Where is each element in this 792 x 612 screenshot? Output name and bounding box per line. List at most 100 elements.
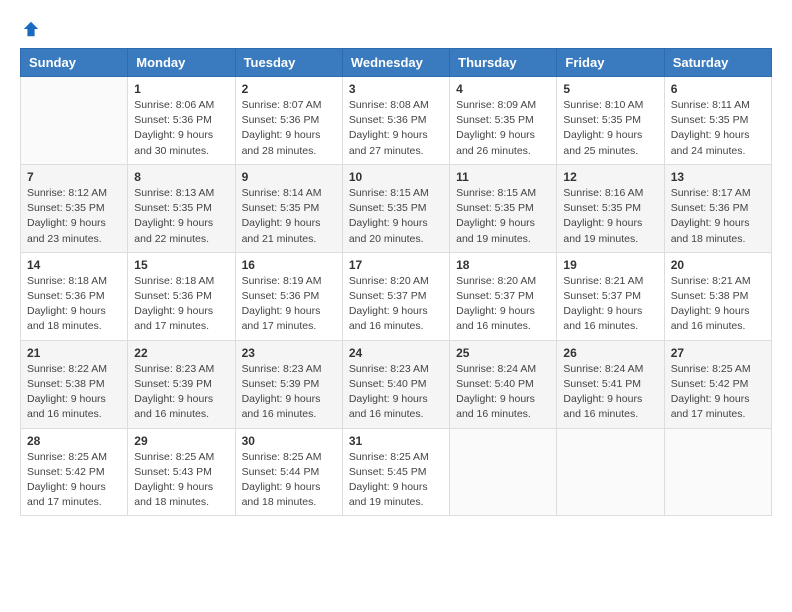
- day-info: Sunrise: 8:22 AM Sunset: 5:38 PM Dayligh…: [27, 362, 121, 423]
- calendar-cell: 7 Sunrise: 8:12 AM Sunset: 5:35 PM Daylig…: [21, 164, 128, 252]
- calendar-cell: 15Sunrise: 8:18 AM Sunset: 5:36 PM Dayli…: [128, 252, 235, 340]
- page-header: [20, 20, 772, 38]
- day-number: 6: [671, 82, 765, 96]
- day-number: 16: [242, 258, 336, 272]
- calendar-row-1: 1Sunrise: 8:06 AM Sunset: 5:36 PM Daylig…: [21, 77, 772, 165]
- day-info: Sunrise: 8:20 AM Sunset: 5:37 PM Dayligh…: [456, 274, 550, 335]
- calendar-cell: 5 Sunrise: 8:10 AM Sunset: 5:35 PM Daylig…: [557, 77, 664, 165]
- calendar-cell: 17 Sunrise: 8:20 AM Sunset: 5:37 PM Dayli…: [342, 252, 449, 340]
- calendar-cell: 18 Sunrise: 8:20 AM Sunset: 5:37 PM Dayli…: [450, 252, 557, 340]
- calendar-cell: 28 Sunrise: 8:25 AM Sunset: 5:42 PM Dayli…: [21, 428, 128, 516]
- calendar-cell: 4 Sunrise: 8:09 AM Sunset: 5:35 PM Daylig…: [450, 77, 557, 165]
- weekday-thursday: Thursday: [450, 49, 557, 77]
- day-info: Sunrise: 8:23 AM Sunset: 5:39 PM Dayligh…: [242, 362, 336, 423]
- calendar-cell: [664, 428, 771, 516]
- calendar-cell: 22Sunrise: 8:23 AM Sunset: 5:39 PM Dayli…: [128, 340, 235, 428]
- day-number: 14: [27, 258, 121, 272]
- day-number: 9: [242, 170, 336, 184]
- calendar-row-4: 21 Sunrise: 8:22 AM Sunset: 5:38 PM Dayli…: [21, 340, 772, 428]
- calendar-cell: 11 Sunrise: 8:15 AM Sunset: 5:35 PM Dayli…: [450, 164, 557, 252]
- logo: [20, 20, 40, 38]
- day-number: 8: [134, 170, 228, 184]
- day-info: Sunrise: 8:24 AM Sunset: 5:40 PM Dayligh…: [456, 362, 550, 423]
- calendar-cell: 2 Sunrise: 8:07 AM Sunset: 5:36 PM Daylig…: [235, 77, 342, 165]
- day-info: Sunrise: 8:23 AM Sunset: 5:39 PM Dayligh…: [134, 362, 228, 423]
- day-info: Sunrise: 8:13 AM Sunset: 5:35 PM Dayligh…: [134, 186, 228, 247]
- calendar-cell: 27 Sunrise: 8:25 AM Sunset: 5:42 PM Dayli…: [664, 340, 771, 428]
- calendar-cell: 8 Sunrise: 8:13 AM Sunset: 5:35 PM Daylig…: [128, 164, 235, 252]
- day-number: 13: [671, 170, 765, 184]
- day-info: Sunrise: 8:14 AM Sunset: 5:35 PM Dayligh…: [242, 186, 336, 247]
- day-number: 24: [349, 346, 443, 360]
- calendar-cell: 3 Sunrise: 8:08 AM Sunset: 5:36 PM Daylig…: [342, 77, 449, 165]
- calendar-cell: 30Sunrise: 8:25 AM Sunset: 5:44 PM Dayli…: [235, 428, 342, 516]
- day-number: 3: [349, 82, 443, 96]
- day-info: Sunrise: 8:25 AM Sunset: 5:44 PM Dayligh…: [242, 450, 336, 511]
- calendar-table: SundayMondayTuesdayWednesdayThursdayFrid…: [20, 48, 772, 516]
- day-info: Sunrise: 8:21 AM Sunset: 5:37 PM Dayligh…: [563, 274, 657, 335]
- calendar-cell: 24 Sunrise: 8:23 AM Sunset: 5:40 PM Dayli…: [342, 340, 449, 428]
- day-number: 27: [671, 346, 765, 360]
- calendar-cell: [450, 428, 557, 516]
- day-info: Sunrise: 8:25 AM Sunset: 5:43 PM Dayligh…: [134, 450, 228, 511]
- weekday-tuesday: Tuesday: [235, 49, 342, 77]
- day-info: Sunrise: 8:15 AM Sunset: 5:35 PM Dayligh…: [456, 186, 550, 247]
- day-info: Sunrise: 8:15 AM Sunset: 5:35 PM Dayligh…: [349, 186, 443, 247]
- calendar-cell: 14 Sunrise: 8:18 AM Sunset: 5:36 PM Dayli…: [21, 252, 128, 340]
- calendar-cell: [557, 428, 664, 516]
- day-info: Sunrise: 8:25 AM Sunset: 5:42 PM Dayligh…: [671, 362, 765, 423]
- day-number: 4: [456, 82, 550, 96]
- day-number: 2: [242, 82, 336, 96]
- day-number: 28: [27, 434, 121, 448]
- logo-icon: [22, 20, 40, 38]
- calendar-cell: 19 Sunrise: 8:21 AM Sunset: 5:37 PM Dayli…: [557, 252, 664, 340]
- day-number: 7: [27, 170, 121, 184]
- day-info: Sunrise: 8:09 AM Sunset: 5:35 PM Dayligh…: [456, 98, 550, 159]
- weekday-sunday: Sunday: [21, 49, 128, 77]
- calendar-row-5: 28 Sunrise: 8:25 AM Sunset: 5:42 PM Dayli…: [21, 428, 772, 516]
- day-info: Sunrise: 8:07 AM Sunset: 5:36 PM Dayligh…: [242, 98, 336, 159]
- day-number: 21: [27, 346, 121, 360]
- calendar-cell: [21, 77, 128, 165]
- day-number: 10: [349, 170, 443, 184]
- day-info: Sunrise: 8:10 AM Sunset: 5:35 PM Dayligh…: [563, 98, 657, 159]
- day-number: 1: [134, 82, 228, 96]
- day-info: Sunrise: 8:08 AM Sunset: 5:36 PM Dayligh…: [349, 98, 443, 159]
- calendar-cell: 23 Sunrise: 8:23 AM Sunset: 5:39 PM Dayli…: [235, 340, 342, 428]
- day-number: 5: [563, 82, 657, 96]
- day-info: Sunrise: 8:25 AM Sunset: 5:42 PM Dayligh…: [27, 450, 121, 511]
- day-info: Sunrise: 8:23 AM Sunset: 5:40 PM Dayligh…: [349, 362, 443, 423]
- day-info: Sunrise: 8:24 AM Sunset: 5:41 PM Dayligh…: [563, 362, 657, 423]
- day-number: 25: [456, 346, 550, 360]
- calendar-row-3: 14 Sunrise: 8:18 AM Sunset: 5:36 PM Dayli…: [21, 252, 772, 340]
- day-info: Sunrise: 8:25 AM Sunset: 5:45 PM Dayligh…: [349, 450, 443, 511]
- weekday-header-row: SundayMondayTuesdayWednesdayThursdayFrid…: [21, 49, 772, 77]
- day-number: 17: [349, 258, 443, 272]
- calendar-cell: 21 Sunrise: 8:22 AM Sunset: 5:38 PM Dayli…: [21, 340, 128, 428]
- calendar-cell: 16Sunrise: 8:19 AM Sunset: 5:36 PM Dayli…: [235, 252, 342, 340]
- day-number: 15: [134, 258, 228, 272]
- weekday-friday: Friday: [557, 49, 664, 77]
- weekday-monday: Monday: [128, 49, 235, 77]
- day-number: 20: [671, 258, 765, 272]
- calendar-cell: 1Sunrise: 8:06 AM Sunset: 5:36 PM Daylig…: [128, 77, 235, 165]
- weekday-wednesday: Wednesday: [342, 49, 449, 77]
- calendar-cell: 6Sunrise: 8:11 AM Sunset: 5:35 PM Daylig…: [664, 77, 771, 165]
- day-info: Sunrise: 8:20 AM Sunset: 5:37 PM Dayligh…: [349, 274, 443, 335]
- day-info: Sunrise: 8:18 AM Sunset: 5:36 PM Dayligh…: [27, 274, 121, 335]
- calendar-cell: 25 Sunrise: 8:24 AM Sunset: 5:40 PM Dayli…: [450, 340, 557, 428]
- weekday-saturday: Saturday: [664, 49, 771, 77]
- day-info: Sunrise: 8:21 AM Sunset: 5:38 PM Dayligh…: [671, 274, 765, 335]
- calendar-cell: 20 Sunrise: 8:21 AM Sunset: 5:38 PM Dayli…: [664, 252, 771, 340]
- day-number: 29: [134, 434, 228, 448]
- calendar-body: 1Sunrise: 8:06 AM Sunset: 5:36 PM Daylig…: [21, 77, 772, 516]
- day-number: 19: [563, 258, 657, 272]
- day-number: 11: [456, 170, 550, 184]
- day-info: Sunrise: 8:12 AM Sunset: 5:35 PM Dayligh…: [27, 186, 121, 247]
- day-number: 31: [349, 434, 443, 448]
- day-number: 23: [242, 346, 336, 360]
- calendar-cell: 10 Sunrise: 8:15 AM Sunset: 5:35 PM Dayli…: [342, 164, 449, 252]
- day-number: 18: [456, 258, 550, 272]
- day-info: Sunrise: 8:16 AM Sunset: 5:35 PM Dayligh…: [563, 186, 657, 247]
- day-number: 12: [563, 170, 657, 184]
